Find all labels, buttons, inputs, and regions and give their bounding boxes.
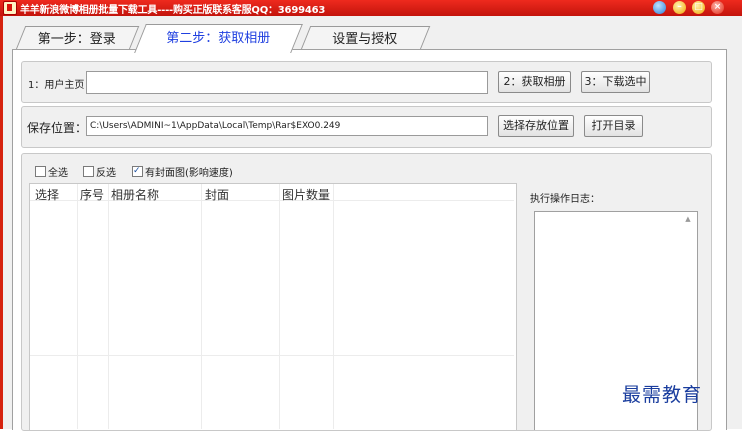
tab-get-albums[interactable]: 第二步：获取相册 [134,24,303,53]
column-divider [333,184,334,429]
column-header-photo-count[interactable]: 图片数量 [282,186,330,203]
get-albums-button[interactable]: 2：获取相册 [498,71,571,93]
column-divider [279,184,280,429]
user-homepage-label: 1：用户主页： [28,80,95,91]
invert-checkbox[interactable]: 反选 [83,166,116,180]
scroll-up-arrow-icon[interactable]: ▲ [683,214,693,224]
with-cover-box[interactable] [132,164,143,178]
log-label: 执行操作日志： [530,194,600,205]
column-divider [77,184,78,429]
window-title: 羊羊新浪微博相册批量下载工具----购买正版联系客服QQ：3699463 [20,5,326,16]
tab-bar: 第一步：登录 设置与授权 第二步：获取相册 [0,16,742,53]
skin-icon[interactable] [653,1,666,14]
watermark: 最需教育 [622,384,703,406]
select-all-box[interactable] [35,166,46,177]
save-path-input[interactable]: C:\Users\ADMINI~1\AppData\Local\Temp\Rar… [86,116,488,136]
with-cover-checkbox[interactable]: 有封面图(影响速度) [132,164,233,180]
column-divider [108,184,109,429]
choose-location-button[interactable]: 选择存放位置 [498,115,574,137]
row-divider [30,355,514,356]
column-divider [201,184,202,429]
invert-box[interactable] [83,166,94,177]
invert-label: 反选 [96,168,116,179]
minimize-icon[interactable]: – [673,1,686,14]
download-selected-button[interactable]: 3：下载选中 [581,71,650,93]
title-bar: 羊羊新浪微博相册批量下载工具----购买正版联系客服QQ：3699463 – □… [0,0,742,16]
with-cover-label: 有封面图(影响速度) [145,168,233,179]
maximize-icon[interactable]: □ [692,1,705,14]
app-icon [3,1,17,15]
column-header-select[interactable]: 选择 [35,186,59,203]
column-header-album-name[interactable]: 相册名称 [111,186,159,203]
select-all-checkbox[interactable]: 全选 [35,166,68,180]
column-header-cover[interactable]: 封面 [205,186,229,203]
close-icon[interactable]: × [711,1,724,14]
user-homepage-input[interactable] [86,71,488,94]
select-all-label: 全选 [48,168,68,179]
album-table[interactable] [29,183,517,430]
tab-get-albums-label: 第二步：获取相册 [166,31,271,46]
open-folder-button[interactable]: 打开目录 [584,115,643,137]
save-location-label: 保存位置： [27,121,88,135]
column-header-index[interactable]: 序号 [80,186,104,203]
